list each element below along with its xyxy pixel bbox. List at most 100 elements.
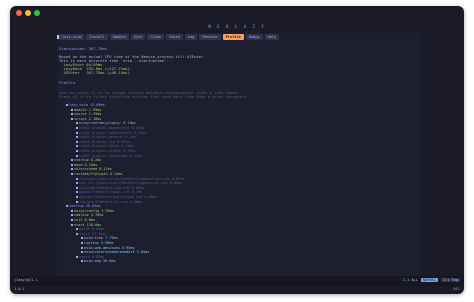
node-bullet-icon [76, 182, 78, 185]
profile-tree-node[interactable]: vim-jsx-typescript/ftdetect/typescript.v… [76, 181, 182, 185]
tilde-marker: ~ [14, 65, 16, 70]
profile-tree-node[interactable]: colorscheme 0.11ms [71, 167, 112, 171]
node-label: nvim-tree 7.79ms [84, 236, 118, 241]
profile-tree-node[interactable]: source 1.59ms [71, 112, 101, 116]
status-mode: NORMAL [420, 278, 438, 282]
tilde-marker: ~ [14, 33, 16, 37]
profile-tree-node[interactable]: vim32.plugins.lsp 0.49ms [76, 140, 130, 144]
profile-tree-node[interactable]: nvim-web-devicons 3.95ms [81, 246, 135, 250]
node-bullet-icon [76, 232, 78, 235]
profile-tree-node[interactable]: lualine 3.59ms [81, 241, 114, 245]
profile-tree-node[interactable]: start 0.95ms [76, 255, 104, 259]
node-label: nvim/runtime/plugin/ 0.18ms [79, 121, 136, 126]
profile-tree-node[interactable]: done 0.18ms [71, 163, 97, 167]
node-bullet-icon [76, 186, 78, 189]
profile-tree-node[interactable]: vim32.plugins.appearance 0.29ms [76, 126, 144, 130]
tilde-marker: ~ [14, 143, 16, 148]
profile-tree-node[interactable]: startup 16.04ms [66, 204, 101, 208]
command-line[interactable]: 1,0-1 [14, 287, 25, 291]
profile-tree-node[interactable]: nvim-cmp 39.6ms [81, 259, 116, 263]
profile-tree-node[interactable]: startup 0.2ms [71, 158, 101, 162]
profile-tree-node[interactable]: runtime/ftplugin 4.14ms [71, 172, 122, 176]
node-label: pgsql/ftdetect/pgsql.vim 0.1ms [79, 190, 143, 195]
profile-tree-node[interactable]: vim32.plugins.completions 0.12ms [76, 131, 146, 135]
node-label: vim32.plugins.completions 0.12ms [79, 130, 147, 135]
tab-profile[interactable]: Profile [222, 34, 244, 40]
tab-bar: lazy.nvim Install Update Sync Clean Check Log R… [59, 34, 280, 41]
node-bullet-icon [76, 154, 78, 157]
tab-check[interactable]: Check [166, 34, 183, 40]
node-bullet-icon [76, 127, 78, 129]
tilde-marker: ~ [14, 124, 16, 128]
profile-tree-node[interactable]: init 8.0ms [71, 218, 95, 222]
node-label: lazy.nvim 12.09ms [69, 103, 105, 107]
profile-tree-node[interactable]: lazy.nvim 12.09ms [66, 103, 105, 107]
profile-tree-node[interactable]: nvim/colorscheme/onedark 3.05ms [81, 250, 149, 254]
profile-tree-node[interactable]: cmdline 3.76ms [71, 213, 104, 217]
profile-tree-node[interactable]: nvim/runtime/plugin/ 0.18ms [76, 121, 136, 125]
tab-restore[interactable]: Restore [199, 34, 221, 40]
minimize-window-button[interactable] [25, 10, 31, 16]
profile-tree-node[interactable]: nvim-tree 7.79ms [81, 236, 118, 240]
tab-debug[interactable]: Debug [245, 34, 263, 40]
tab-lazy-nvim[interactable]: lazy.nvim [59, 34, 85, 40]
tab-clean[interactable]: Clean [147, 34, 165, 40]
tab-install[interactable]: Install [86, 34, 108, 40]
profile-tree-node[interactable]: vim32.plugins.notes 0.14ms [76, 144, 134, 148]
profile-tree-node[interactable]: vim-gnu/ftdetect/yl.vim 0.06ms [76, 200, 142, 204]
tab-log[interactable]: Log [184, 34, 198, 40]
node-label: cmdline 3.76ms [74, 213, 104, 218]
node-bullet-icon [76, 200, 78, 203]
maximize-window-button[interactable] [34, 10, 40, 16]
lazy-panel: lazy.nvim Install Update Sync Clean Check Log R… [57, 33, 421, 277]
node-bullet-icon [76, 150, 78, 152]
node-bullet-icon [76, 140, 78, 143]
node-bullet-icon [81, 260, 83, 263]
node-label: colorscheme 0.11ms [74, 167, 112, 172]
profile-tree-node[interactable]: script 2.18ms [71, 117, 101, 121]
startuptime-line: Startuptime: 367.79ms [59, 46, 108, 51]
tab-sync[interactable]: Sync [130, 34, 146, 40]
node-bullet-icon [76, 145, 78, 148]
tilde-gutter: ~~~~~~~~~~~~~~~~~~~~~~~~~~~~~~~~~~~~~~~~ [10, 20, 22, 280]
uienter-line: UIEnter 367.79ms (+46.14ms) [59, 70, 130, 75]
window-titlebar [10, 6, 464, 20]
node-label: source 1.59ms [74, 112, 102, 117]
node-label: vim-jsx-typescript/ftdetect/typescript.v… [79, 181, 183, 186]
profile-tree-node[interactable]: noice/config 2.95ms [71, 209, 114, 213]
profile-tree-node[interactable]: noice 0.69ms [76, 227, 104, 231]
tilde-marker: ~ [14, 267, 16, 271]
profile-tree-node[interactable]: vim32.plugins.telescope 0.12ms [76, 154, 142, 158]
node-bullet-icon [71, 108, 73, 111]
node-label: vim32.plugins.appearance 0.29ms [79, 126, 145, 130]
profile-tree-node[interactable]: vim-pug/ftdetect/pug.vim 0.06ms [76, 186, 144, 190]
profile-tree-node[interactable]: start 128.6ms [71, 223, 101, 227]
status-bar: [lazy]all.l 1,1 ALL NORMAL 1:1 Top [10, 276, 464, 286]
node-label: startup 16.04ms [69, 204, 101, 209]
node-bullet-icon [81, 237, 83, 240]
close-window-button[interactable] [16, 10, 22, 16]
profile-tree-node[interactable]: ftplugin/typescript/ftdetect/typescript.… [76, 177, 184, 181]
node-bullet-icon [71, 223, 73, 226]
tab-help[interactable]: Help [264, 34, 280, 40]
node-bullet-icon [71, 173, 73, 175]
tilde-marker: ~ [14, 104, 16, 109]
node-bullet-icon [76, 136, 78, 139]
profile-heading: Profile [59, 80, 76, 85]
tab-update[interactable]: Update [109, 34, 129, 40]
node-bullet-icon [76, 131, 78, 134]
node-bullet-icon [71, 168, 73, 171]
tilde-marker: ~ [14, 163, 16, 167]
profile-tree-node[interactable]: pgsql/ftdetect/pgsql.vim 0.1ms [76, 190, 142, 194]
filter-hint: Press <C-f> to filter profiling entries … [59, 94, 247, 99]
profile-tree-node[interactable]: vim32.plugins.syntax 0.12ms [76, 149, 136, 153]
profile-tree-node[interactable]: module 1.99ms [71, 108, 101, 112]
node-bullet-icon [71, 117, 73, 120]
tilde-marker: ~ [14, 247, 16, 252]
profile-tree-node[interactable]: vim32.plugins.general 0.1ms [76, 135, 136, 139]
tilde-marker: ~ [14, 117, 16, 122]
profile-tree-node[interactable]: start 27.35ms [76, 232, 106, 236]
profile-tree-node[interactable]: vim-go/ftdetect/gofiletype.vim 0.06ms [76, 195, 157, 199]
terminal-window: ~~~~~~~~~~~~~~~~~~~~~~~~~~~~~~~~~~~~~~~~… [10, 6, 464, 294]
status-filename: [lazy]all.l [14, 278, 38, 282]
